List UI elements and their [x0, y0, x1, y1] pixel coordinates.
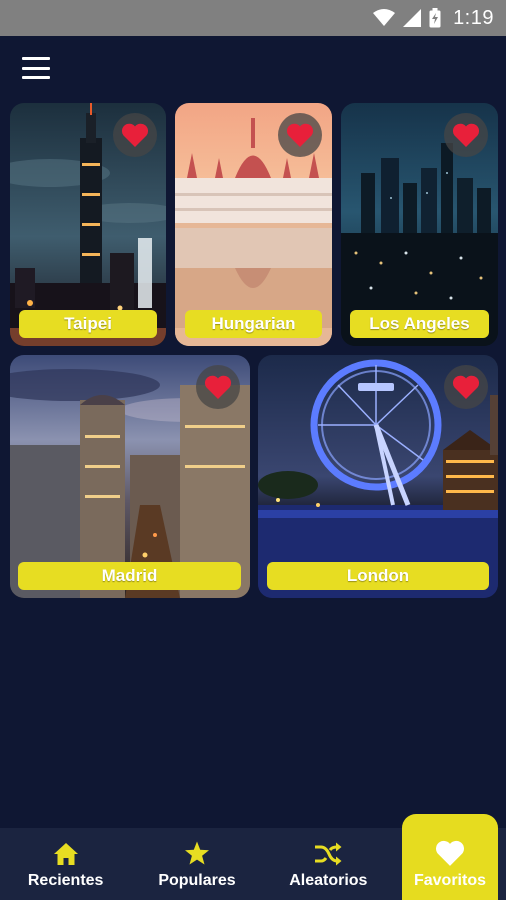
- city-label-los-angeles: Los Angeles: [350, 310, 489, 338]
- heart-icon: [436, 840, 464, 866]
- city-card-london[interactable]: London: [258, 355, 498, 598]
- nav-label-aleatorios: Aleatorios: [289, 872, 368, 889]
- city-label-madrid: Madrid: [18, 562, 241, 590]
- nav-item-recientes[interactable]: Recientes: [0, 828, 131, 900]
- favorite-button-taipei[interactable]: [113, 113, 157, 157]
- star-icon: [184, 841, 209, 865]
- nav-item-favoritos[interactable]: Favoritos: [401, 814, 498, 900]
- home-icon: [53, 843, 78, 865]
- favorite-button-london[interactable]: [444, 365, 488, 409]
- cellular-signal-icon: [403, 9, 422, 27]
- city-label-london: London: [267, 562, 489, 590]
- battery-charging-icon: [429, 8, 441, 28]
- city-label-hungarian: Hungarian: [185, 310, 322, 338]
- bottom-navigation: Recientes Populares Aleatorios Favoritos: [0, 814, 506, 900]
- city-label-taipei: Taipei: [19, 310, 157, 338]
- heart-icon: [452, 375, 480, 399]
- city-card-hungarian[interactable]: Hungarian: [175, 103, 332, 346]
- heart-icon: [286, 123, 314, 147]
- nav-item-populares[interactable]: Populares: [131, 828, 262, 900]
- favorite-button-madrid[interactable]: [196, 365, 240, 409]
- status-time: 1:19: [453, 6, 494, 29]
- favorites-grid: Taipei Hungarian Los Angeles Madrid Lond…: [0, 100, 506, 828]
- city-card-los-angeles[interactable]: Los Angeles: [341, 103, 498, 346]
- heart-icon: [452, 123, 480, 147]
- status-bar: 1:19: [0, 0, 506, 36]
- heart-icon: [121, 123, 149, 147]
- nav-label-populares: Populares: [158, 872, 236, 889]
- favorite-button-los-angeles[interactable]: [444, 113, 488, 157]
- app-bar: [0, 36, 506, 100]
- heart-icon: [204, 375, 232, 399]
- nav-label-favoritos: Favoritos: [413, 872, 486, 889]
- city-card-madrid[interactable]: Madrid: [10, 355, 250, 598]
- hamburger-menu-icon[interactable]: [20, 54, 52, 82]
- favorite-button-hungarian[interactable]: [278, 113, 322, 157]
- city-card-taipei[interactable]: Taipei: [10, 103, 166, 346]
- wifi-icon: [373, 9, 396, 26]
- nav-item-aleatorios[interactable]: Aleatorios: [263, 828, 394, 900]
- nav-label-recientes: Recientes: [27, 872, 104, 889]
- shuffle-icon: [315, 842, 342, 866]
